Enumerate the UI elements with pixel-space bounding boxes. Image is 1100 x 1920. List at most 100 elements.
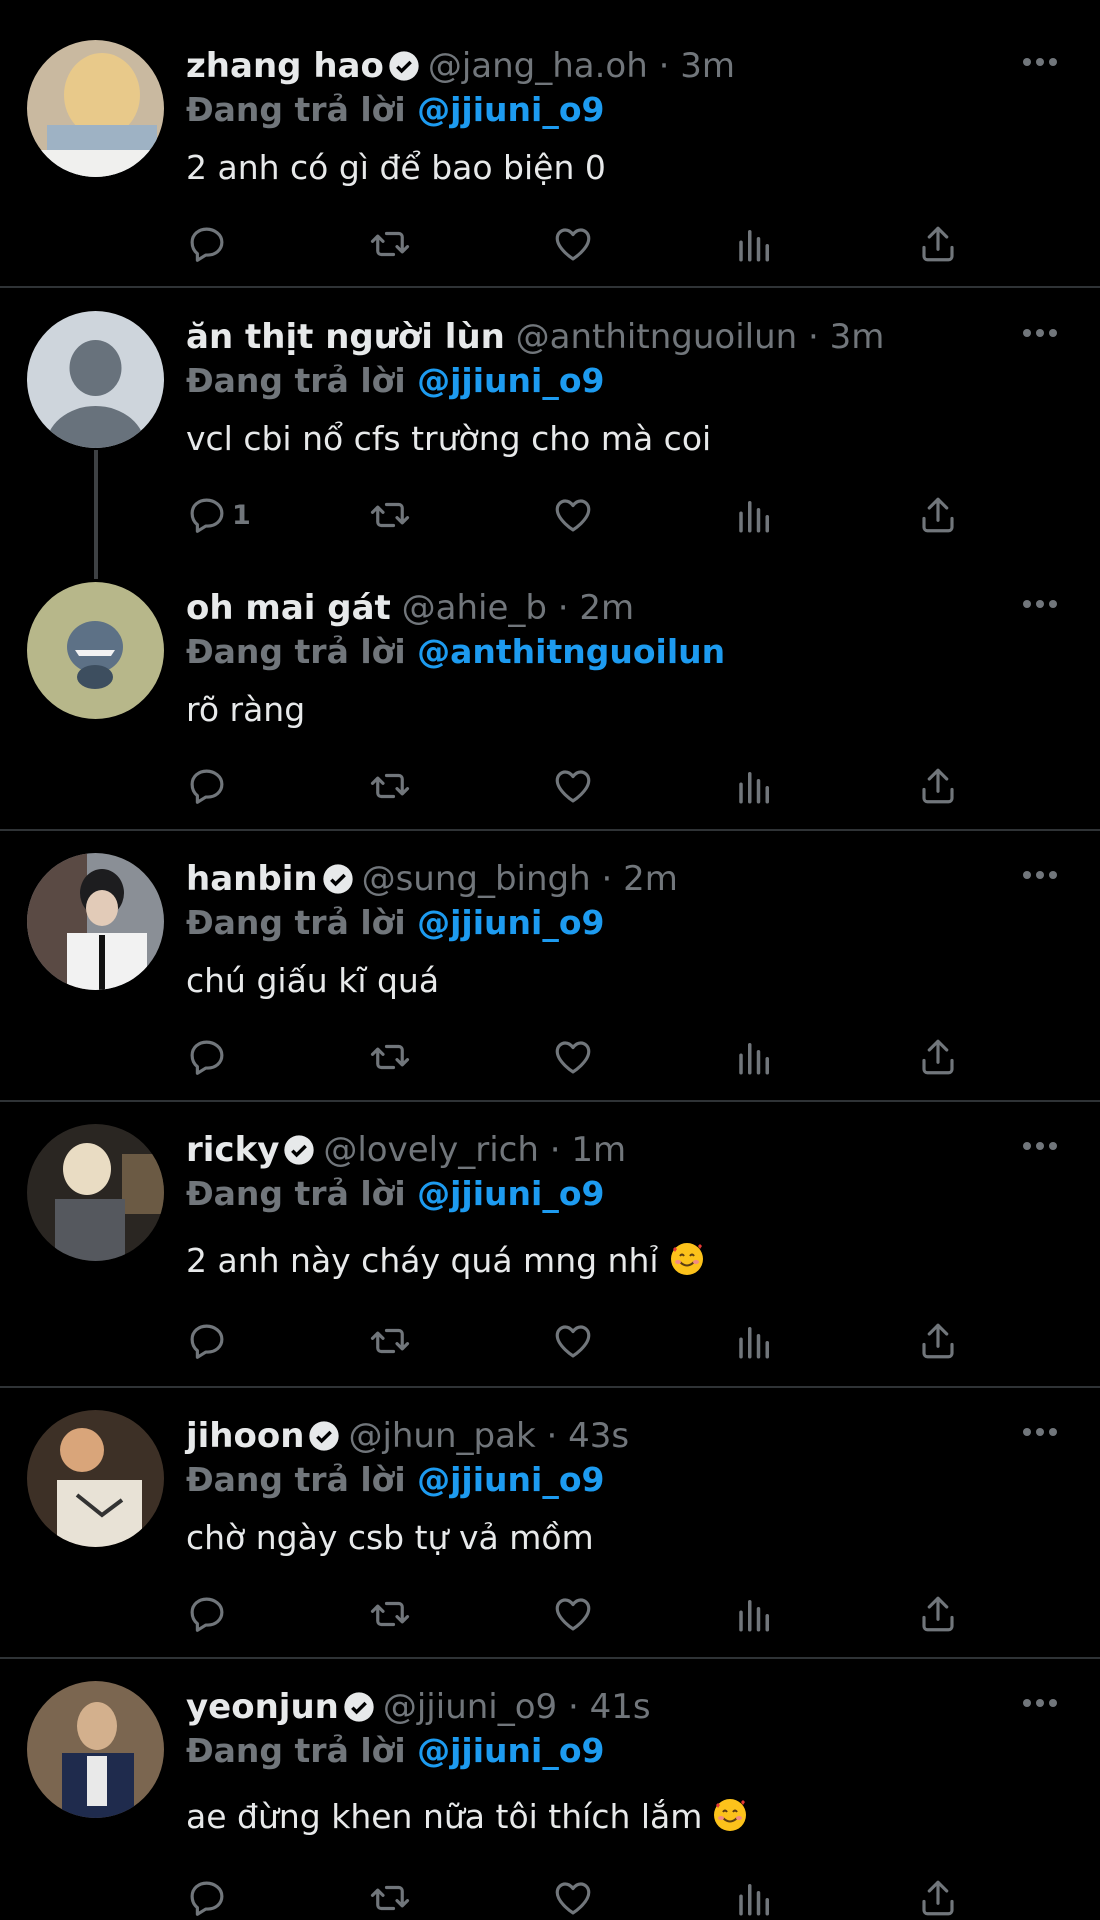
retweet-icon <box>370 1044 410 1070</box>
timestamp[interactable]: · 2m <box>601 859 677 899</box>
display-name[interactable]: zhang hao <box>186 46 384 86</box>
reply-button[interactable] <box>186 1592 232 1636</box>
reply-mention-link[interactable]: @jjiuni_o9 <box>417 1460 604 1499</box>
like-button[interactable] <box>552 222 594 266</box>
retweet-button[interactable] <box>369 1592 411 1636</box>
timestamp[interactable]: · 43s <box>546 1416 629 1456</box>
reply-mention-link[interactable]: @jjiuni_o9 <box>417 1174 604 1213</box>
like-button[interactable] <box>552 493 594 537</box>
avatar[interactable] <box>27 1410 164 1547</box>
display-name[interactable]: jihoon <box>186 1416 304 1456</box>
handle[interactable]: @anthitnguoilun <box>516 317 798 357</box>
avatar[interactable] <box>27 311 164 448</box>
retweet-icon <box>370 1885 410 1911</box>
more-icon[interactable] <box>1022 1141 1058 1151</box>
display-name[interactable]: hanbin <box>186 859 318 899</box>
like-button[interactable] <box>552 764 594 808</box>
share-button[interactable] <box>917 764 959 808</box>
reply-mention-link[interactable]: @anthitnguoilun <box>417 632 725 671</box>
share-icon <box>922 1039 954 1075</box>
share-icon <box>922 497 954 533</box>
reply-mention-link[interactable]: @jjiuni_o9 <box>417 90 604 129</box>
more-icon[interactable] <box>1022 1698 1058 1708</box>
timestamp[interactable]: · 2m <box>558 588 634 628</box>
timestamp[interactable]: · 3m <box>808 317 884 357</box>
reply-button[interactable] <box>186 1876 232 1920</box>
like-button[interactable] <box>552 1319 594 1363</box>
display-name[interactable]: ăn thịt người lùn <box>186 317 505 357</box>
avatar[interactable] <box>27 582 164 719</box>
replying-label: Đang trả lời <box>186 90 406 129</box>
timestamp[interactable]: · 41s <box>568 1687 651 1727</box>
more-icon[interactable] <box>1022 1427 1058 1437</box>
views-button[interactable] <box>734 1592 776 1636</box>
views-icon <box>739 1884 769 1916</box>
views-icon <box>739 230 769 262</box>
retweet-button[interactable] <box>369 1319 411 1363</box>
views-icon <box>739 772 769 804</box>
retweet-button[interactable] <box>369 1876 411 1920</box>
like-button[interactable] <box>552 1876 594 1920</box>
display-name[interactable]: oh mai gát <box>186 588 391 628</box>
more-icon[interactable] <box>1022 328 1058 338</box>
reply-button[interactable]: 1 <box>186 493 251 537</box>
share-button[interactable] <box>917 493 959 537</box>
reply-button[interactable] <box>186 1035 232 1079</box>
avatar[interactable] <box>27 853 164 990</box>
retweet-button[interactable] <box>369 493 411 537</box>
heart-icon <box>555 1882 591 1915</box>
views-button[interactable] <box>734 1035 776 1079</box>
retweet-button[interactable] <box>369 222 411 266</box>
reply-button[interactable] <box>186 764 232 808</box>
handle[interactable]: @jjiuni_o9 <box>383 1687 557 1727</box>
handle[interactable]: @sung_bingh <box>362 859 591 899</box>
views-button[interactable] <box>734 222 776 266</box>
reply-mention-link[interactable]: @jjiuni_o9 <box>417 903 604 942</box>
views-icon <box>739 1043 769 1075</box>
tweet-text-row: ae đừng khen nữa tôi thích lắm <box>186 1796 748 1838</box>
more-icon[interactable] <box>1022 57 1058 67</box>
share-button[interactable] <box>917 1319 959 1363</box>
avatar[interactable] <box>27 40 164 177</box>
retweet-button[interactable] <box>369 764 411 808</box>
handle[interactable]: @lovely_rich <box>323 1130 539 1170</box>
more-icon[interactable] <box>1022 599 1058 609</box>
views-button[interactable] <box>734 493 776 537</box>
timestamp[interactable]: · 1m <box>550 1130 626 1170</box>
like-button[interactable] <box>552 1592 594 1636</box>
share-button[interactable] <box>917 222 959 266</box>
heart-icon <box>555 1325 591 1358</box>
replying-to: Đang trả lời @jjiuni_o9 <box>186 1174 605 1214</box>
views-button[interactable] <box>734 764 776 808</box>
share-button[interactable] <box>917 1035 959 1079</box>
avatar[interactable] <box>27 1124 164 1261</box>
retweet-icon <box>370 502 410 528</box>
views-button[interactable] <box>734 1876 776 1920</box>
replying-to: Đang trả lời @jjiuni_o9 <box>186 903 605 943</box>
views-icon <box>739 501 769 533</box>
reply-mention-link[interactable]: @jjiuni_o9 <box>417 361 604 400</box>
display-name[interactable]: ricky <box>186 1130 279 1170</box>
heart-icon <box>555 1598 591 1631</box>
handle[interactable]: @jhun_pak <box>348 1416 535 1456</box>
views-button[interactable] <box>734 1319 776 1363</box>
reply-count: 1 <box>232 499 251 531</box>
smiling-face-with-hearts-icon <box>670 1243 703 1275</box>
share-button[interactable] <box>917 1592 959 1636</box>
divider <box>0 1657 1100 1659</box>
timestamp[interactable]: · 3m <box>659 46 735 86</box>
like-button[interactable] <box>552 1035 594 1079</box>
replying-to: Đang trả lời @anthitnguoilun <box>186 632 725 672</box>
avatar[interactable] <box>27 1681 164 1818</box>
reply-button[interactable] <box>186 1319 232 1363</box>
share-button[interactable] <box>917 1876 959 1920</box>
retweet-button[interactable] <box>369 1035 411 1079</box>
action-bar: 1 <box>186 493 976 537</box>
share-icon <box>922 1880 954 1916</box>
reply-button[interactable] <box>186 222 232 266</box>
more-icon[interactable] <box>1022 870 1058 880</box>
display-name[interactable]: yeonjun <box>186 1687 339 1727</box>
handle[interactable]: @ahie_b <box>402 588 547 628</box>
reply-mention-link[interactable]: @jjiuni_o9 <box>417 1731 604 1770</box>
handle[interactable]: @jang_ha.oh <box>428 46 648 86</box>
